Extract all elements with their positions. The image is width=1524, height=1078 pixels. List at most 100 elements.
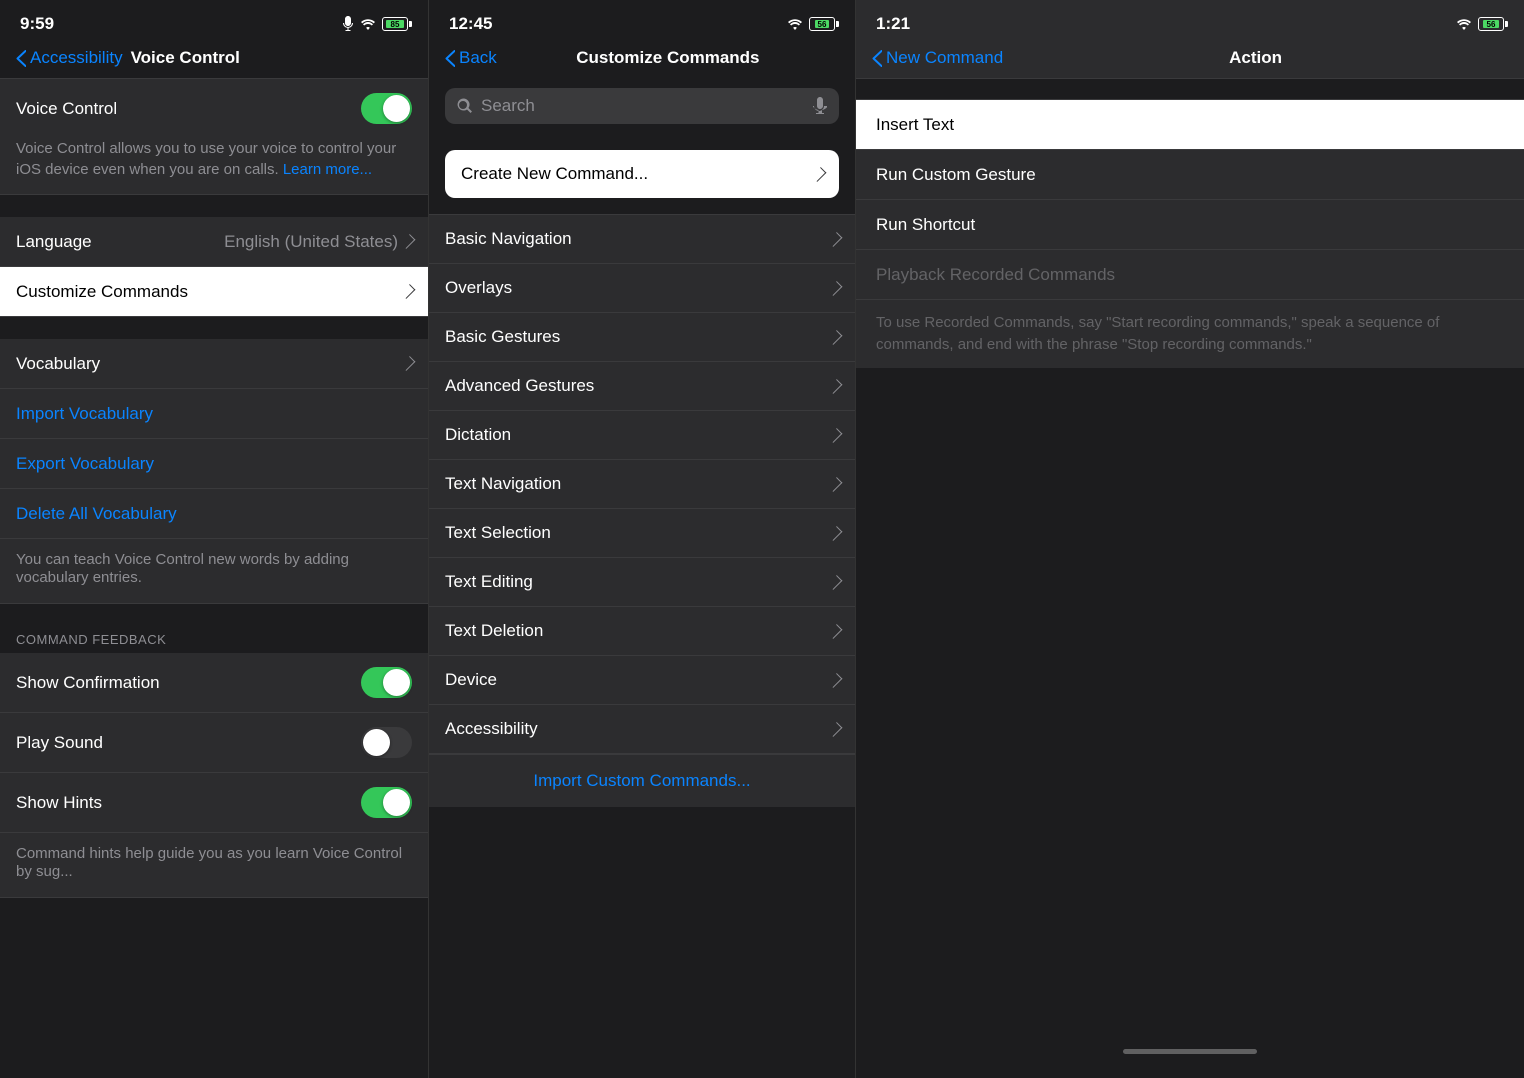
voice-control-toggle-row: Voice Control [0,79,428,138]
learn-more-link[interactable]: Learn more... [283,161,372,178]
cmd-row-text-navigation[interactable]: Text Navigation [429,460,855,509]
vocabulary-row[interactable]: Vocabulary [0,339,428,389]
action-row-run-shortcut[interactable]: Run Shortcut [856,200,1524,250]
back-chevron-icon-2 [445,50,455,67]
action-row-run-custom-gesture[interactable]: Run Custom Gesture [856,150,1524,200]
cmd-chevron-overlays-icon [828,281,843,296]
action-top-spacing [856,79,1524,99]
vocabulary-chevron-icon [401,356,416,371]
feedback-section-label: COMMAND FEEDBACK [0,614,428,653]
time-1: 9:59 [20,14,54,34]
back-label-1: Accessibility [30,48,123,68]
vocab-hint: You can teach Voice Control new words by… [16,551,349,586]
cmd-row-text-editing[interactable]: Text Editing [429,558,855,607]
status-bar-2: 12:45 56 [429,0,855,40]
cmd-label-overlays: Overlays [445,278,512,298]
export-vocab-row[interactable]: Export Vocabulary [0,439,428,489]
back-chevron-icon [16,50,26,67]
wifi-icon-2 [787,18,803,30]
cmd-row-advanced-gestures[interactable]: Advanced Gestures [429,362,855,411]
back-button-2[interactable]: Back [445,48,497,68]
cmd-chevron-text-deletion-icon [828,624,843,639]
cmd-chevron-basic-navigation-icon [828,232,843,247]
create-new-command-label: Create New Command... [461,164,648,184]
show-hints-row[interactable]: Show Hints [0,773,428,833]
nav-title-3: Action [1003,48,1508,68]
wifi-icon-3 [1456,18,1472,30]
cmd-row-dictation[interactable]: Dictation [429,411,855,460]
cmd-row-text-selection[interactable]: Text Selection [429,509,855,558]
cmd-label-text-editing: Text Editing [445,572,533,592]
action-row-playback-recorded: Playback Recorded Commands [856,250,1524,300]
voice-control-description: Voice Control allows you to use your voi… [0,138,428,194]
vocabulary-label: Vocabulary [16,354,100,374]
search-icon [457,98,473,114]
action-label-run-shortcut: Run Shortcut [876,215,975,235]
nav-bar-1: Accessibility Voice Control [0,40,428,78]
action-row-insert-text[interactable]: Insert Text [856,100,1524,150]
nav-bar-2: Back Customize Commands [429,40,855,78]
cmd-row-basic-gestures[interactable]: Basic Gestures [429,313,855,362]
import-vocab-row[interactable]: Import Vocabulary [0,389,428,439]
show-hints-label: Show Hints [16,793,102,813]
cmd-chevron-accessibility-icon [828,722,843,737]
delete-vocab-row[interactable]: Delete All Vocabulary [0,489,428,539]
cmd-label-advanced-gestures: Advanced Gestures [445,376,594,396]
status-icons-3: 56 [1456,17,1504,31]
status-icons-2: 56 [787,17,835,31]
playback-description: To use Recorded Commands, say "Start rec… [856,300,1524,368]
cmd-label-text-selection: Text Selection [445,523,551,543]
voice-control-toggle[interactable] [361,93,412,124]
cmd-row-basic-navigation[interactable]: Basic Navigation [429,215,855,264]
cmd-label-basic-navigation: Basic Navigation [445,229,572,249]
customize-commands-row[interactable]: Customize Commands [0,267,428,317]
nav-bar-3: New Command Action [856,40,1524,79]
create-new-command-row[interactable]: Create New Command... [445,150,839,198]
commands-list: Basic Navigation Overlays Basic Gestures… [429,214,855,754]
action-label-insert-text: Insert Text [876,115,954,135]
mic-search-icon [813,97,827,115]
language-label: Language [16,232,92,252]
battery-icon-3: 56 [1478,17,1504,31]
cmd-label-accessibility: Accessibility [445,719,538,739]
play-sound-row[interactable]: Play Sound [0,713,428,773]
cmd-row-text-deletion[interactable]: Text Deletion [429,607,855,656]
cmd-chevron-basic-gestures-icon [828,330,843,345]
mic-icon [342,16,354,32]
search-input[interactable] [481,96,805,116]
cmd-row-accessibility[interactable]: Accessibility [429,705,855,754]
show-hints-toggle[interactable] [361,787,412,818]
search-bar[interactable] [445,88,839,124]
language-row[interactable]: Language English (United States) [0,217,428,267]
screen-voice-control: 9:59 85 Accessibility Voice Control Voic… [0,0,428,1078]
hints-desc: Command hints help guide you as you lear… [16,845,402,880]
language-chevron-icon [401,234,416,249]
content-1: Voice Control Voice Control allows you t… [0,78,428,1078]
voice-control-section: Voice Control Voice Control allows you t… [0,78,428,195]
cmd-row-device[interactable]: Device [429,656,855,705]
back-button-3[interactable]: New Command [872,48,1003,68]
cmd-row-overlays[interactable]: Overlays [429,264,855,313]
status-bar-3: 1:21 56 [856,0,1524,40]
action-label-playback-recorded: Playback Recorded Commands [876,265,1115,285]
battery-icon: 85 [382,17,408,31]
delete-vocab-label: Delete All Vocabulary [16,504,177,524]
voice-control-label: Voice Control [16,99,117,119]
time-3: 1:21 [876,14,910,34]
cmd-chevron-text-navigation-icon [828,477,843,492]
action-list: Insert Text Run Custom Gesture Run Short… [856,99,1524,368]
play-sound-label: Play Sound [16,733,103,753]
play-sound-toggle[interactable] [361,727,412,758]
show-confirmation-toggle[interactable] [361,667,412,698]
back-label-3: New Command [886,48,1003,68]
import-vocab-label: Import Vocabulary [16,404,153,424]
show-confirmation-row[interactable]: Show Confirmation [0,653,428,713]
cmd-label-device: Device [445,670,497,690]
cmd-label-basic-gestures: Basic Gestures [445,327,560,347]
status-bar-1: 9:59 85 [0,0,428,40]
back-button-1[interactable]: Accessibility [16,48,123,68]
cmd-label-text-navigation: Text Navigation [445,474,561,494]
language-value: English (United States) [224,232,412,252]
import-custom-commands-link[interactable]: Import Custom Commands... [429,754,855,807]
customize-commands-label: Customize Commands [16,282,188,302]
